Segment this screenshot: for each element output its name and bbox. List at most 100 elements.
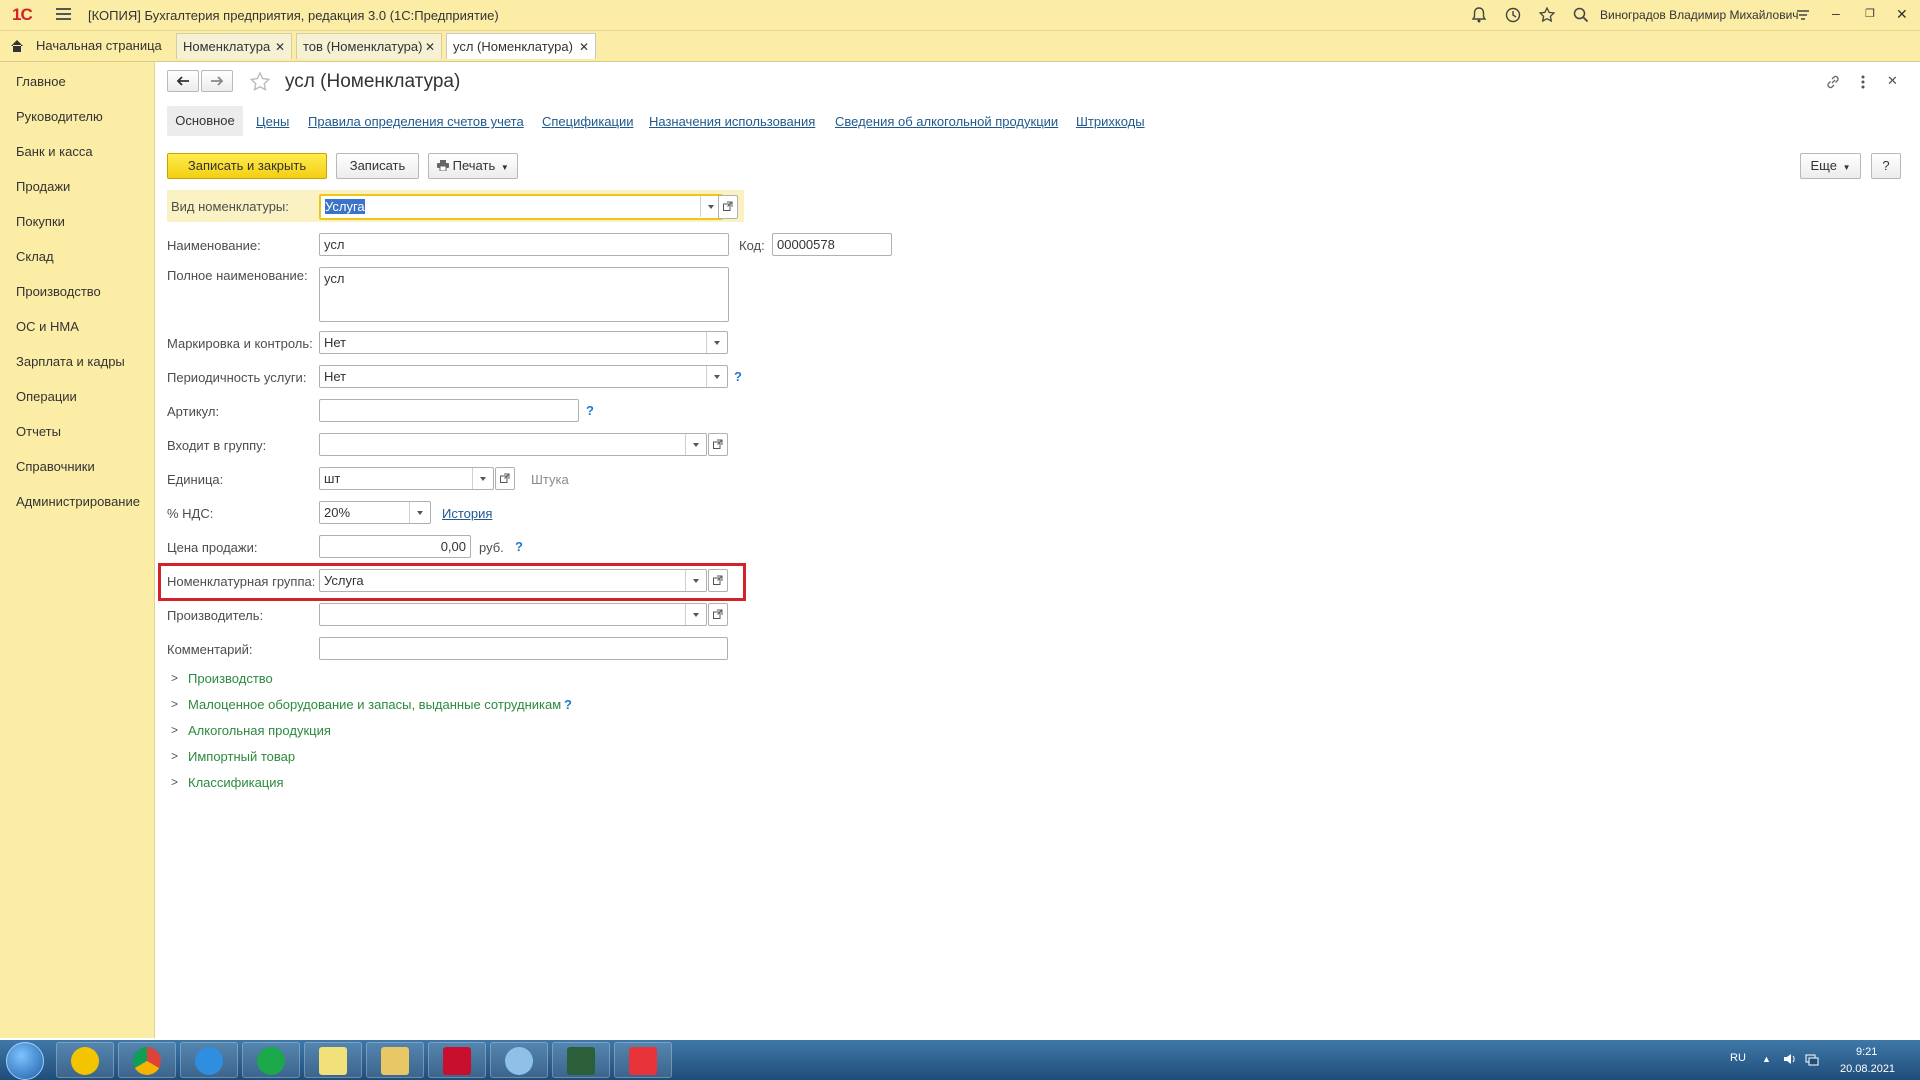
history-icon[interactable] [1504,6,1522,24]
dropdown-arrow-icon[interactable] [472,468,493,489]
help-button[interactable]: ? [1871,153,1901,179]
more-button[interactable]: Еще ▼ [1800,153,1861,179]
forward-button[interactable] [201,70,233,92]
taskbar-terminal[interactable] [552,1042,610,1078]
group-classification[interactable]: Классификация [188,775,284,790]
taskbar-pdf[interactable] [428,1042,486,1078]
sidebar-item-salary[interactable]: Зарплата и кадры [16,354,125,369]
price-input[interactable]: 0,00 [319,535,471,558]
save-and-close-button[interactable]: Записать и закрыть [167,153,327,179]
print-button[interactable]: Печать ▼ [428,153,518,179]
open-button[interactable] [718,195,738,219]
sidebar-item-purchases[interactable]: Покупки [16,214,65,229]
dropdown-arrow-icon[interactable] [685,570,706,591]
bell-icon[interactable] [1470,6,1488,24]
taskbar-paint[interactable] [490,1042,548,1078]
minimize-button[interactable]: – [1832,5,1840,21]
name-input[interactable]: усл [319,233,729,256]
help-question-icon[interactable]: ? [564,697,572,712]
dropdown-arrow-icon[interactable] [409,502,430,523]
network-icon[interactable] [1805,1052,1819,1066]
close-tab-icon[interactable]: ✕ [275,34,285,60]
taskbar-ie[interactable] [180,1042,238,1078]
dropdown-arrow-icon[interactable] [706,332,727,353]
group-alcohol[interactable]: Алкогольная продукция [188,723,331,738]
close-tab-icon[interactable]: ✕ [425,34,435,60]
dropdown-arrow-icon[interactable] [706,366,727,387]
start-button-icon[interactable] [6,1042,44,1080]
dropdown-arrow-icon[interactable] [685,434,706,455]
sidebar-item-catalogs[interactable]: Справочники [16,459,95,474]
fullname-textarea[interactable]: усл [319,267,729,322]
open-button[interactable] [708,433,728,456]
search-icon[interactable] [1572,6,1590,24]
sidebar-item-operations[interactable]: Операции [16,389,77,404]
help-question-icon[interactable]: ? [586,403,594,418]
link-icon[interactable] [1825,74,1841,90]
nomgroup-select[interactable]: Услуга [319,569,707,592]
group-production[interactable]: Производство [188,671,273,686]
favorites-star-icon[interactable] [1538,6,1556,24]
home-icon[interactable] [10,39,24,53]
sidebar-item-manager[interactable]: Руководителю [16,109,103,124]
chevron-right-icon[interactable]: > [171,723,178,737]
app-logo[interactable]: 1С [12,5,33,25]
sidebar-item-warehouse[interactable]: Склад [16,249,54,264]
taskbar-chrome[interactable] [118,1042,176,1078]
open-button[interactable] [495,467,515,490]
vat-select[interactable]: 20% [319,501,431,524]
group-low-value[interactable]: Малоценное оборудование и запасы, выданн… [188,697,561,712]
settings-menu-icon[interactable] [1794,6,1812,24]
taskbar-1c-app[interactable] [56,1042,114,1078]
taskbar-explorer[interactable] [366,1042,424,1078]
article-input[interactable] [319,399,579,422]
volume-icon[interactable] [1783,1052,1797,1066]
taskbar-mail[interactable] [242,1042,300,1078]
kind-field[interactable]: Услуга [319,194,723,220]
tab-nomenclature[interactable]: Номенклатура ✕ [176,33,292,59]
user-name[interactable]: Виноградов Владимир Михайлович [1600,8,1799,22]
close-form-icon[interactable]: ✕ [1887,73,1898,89]
open-button[interactable] [708,603,728,626]
marking-select[interactable]: Нет [319,331,728,354]
vat-history-link[interactable]: История [442,506,492,521]
section-tab-alcohol[interactable]: Сведения об алкогольной продукции [835,114,1058,129]
tray-expand-icon[interactable]: ▲ [1762,1054,1771,1064]
hamburger-menu-icon[interactable] [56,8,71,21]
back-button[interactable] [167,70,199,92]
tab-home[interactable]: Начальная страница [28,33,168,59]
language-indicator[interactable]: RU [1730,1052,1746,1064]
open-button[interactable] [708,569,728,592]
restore-button[interactable]: ❐ [1865,7,1875,20]
sidebar-item-production[interactable]: Производство [16,284,101,299]
section-tab-main[interactable]: Основное [167,106,243,136]
close-tab-icon[interactable]: ✕ [579,34,589,60]
clock-time[interactable]: 9:21 [1856,1046,1877,1058]
section-tab-accounts[interactable]: Правила определения счетов учета [308,114,524,129]
unit-select[interactable]: шт [319,467,494,490]
code-input[interactable]: 00000578 [772,233,892,256]
comment-input[interactable] [319,637,728,660]
sidebar-item-admin[interactable]: Администрирование [16,494,140,509]
sidebar-item-bank[interactable]: Банк и касса [16,144,93,159]
maker-select[interactable] [319,603,707,626]
group-import[interactable]: Импортный товар [188,749,295,764]
chevron-right-icon[interactable]: > [171,671,178,685]
tab-usl[interactable]: усл (Номенклатура) ✕ [446,33,596,59]
taskbar-notes[interactable] [304,1042,362,1078]
help-question-icon[interactable]: ? [515,539,523,554]
favorite-star-icon[interactable] [249,71,271,93]
dropdown-arrow-icon[interactable] [685,604,706,625]
help-question-icon[interactable]: ? [734,369,742,384]
save-button[interactable]: Записать [336,153,419,179]
chevron-right-icon[interactable]: > [171,697,178,711]
chevron-right-icon[interactable]: > [171,749,178,763]
chevron-right-icon[interactable]: > [171,775,178,789]
group-select[interactable] [319,433,707,456]
close-window-button[interactable]: ✕ [1896,6,1908,23]
section-tab-barcodes[interactable]: Штрихкоды [1076,114,1145,129]
sidebar-item-sales[interactable]: Продажи [16,179,70,194]
clock-date[interactable]: 20.08.2021 [1840,1063,1895,1075]
section-tab-specs[interactable]: Спецификации [542,114,634,129]
sidebar-item-reports[interactable]: Отчеты [16,424,61,439]
